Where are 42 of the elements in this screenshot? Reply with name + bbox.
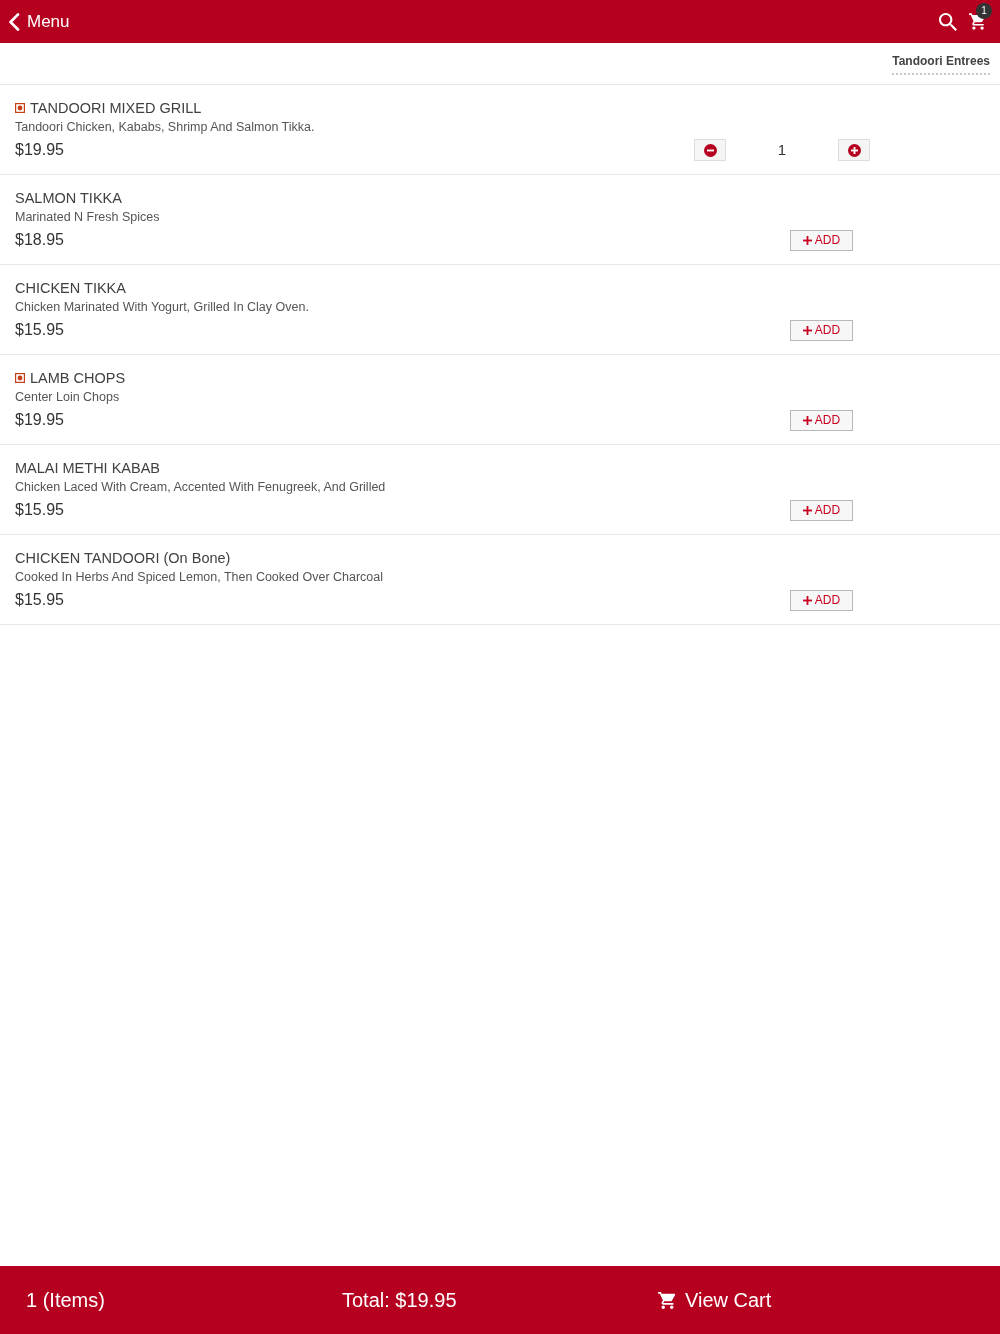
item-name: TANDOORI MIXED GRILL xyxy=(30,99,202,117)
add-button[interactable]: ADD xyxy=(790,589,853,611)
quantity-value: 1 xyxy=(776,140,788,160)
item-price: $18.95 xyxy=(15,230,64,250)
plus-icon xyxy=(802,595,812,605)
plus-icon xyxy=(847,143,861,157)
minus-icon xyxy=(703,143,717,157)
items-count: 1 (Items) xyxy=(26,1288,106,1313)
item-description: Center Loin Chops xyxy=(15,389,120,405)
item-price: $15.95 xyxy=(15,500,64,520)
item-name: SALMON TIKKA xyxy=(15,189,122,207)
item-description: Tandoori Chicken, Kababs, Shrimp And Salmon Tikka. xyxy=(15,119,315,135)
item-description: Cooked In Herbs And Spiced Lemon, Then Cooked Over Charcoal xyxy=(15,569,384,585)
plus-icon xyxy=(802,505,812,515)
add-button[interactable]: ADD xyxy=(790,409,853,431)
item-name: CHICKEN TANDOORI (On Bone) xyxy=(15,549,231,567)
plus-icon xyxy=(802,325,812,335)
plus-icon xyxy=(802,415,812,425)
view-cart-button[interactable]: View Cart xyxy=(658,1285,772,1315)
item-description: Chicken Marinated With Yogurt, Grilled In Clay Oven. xyxy=(15,299,309,315)
back-button[interactable]: Menu xyxy=(8,8,70,35)
order-total: Total: $19.95 xyxy=(342,1288,458,1313)
cart-count-badge: 1 xyxy=(976,3,992,19)
item-name: CHICKEN TIKKA xyxy=(15,279,126,297)
decrease-quantity-button[interactable] xyxy=(694,139,726,161)
item-price: $15.95 xyxy=(15,590,64,610)
plus-icon xyxy=(802,235,812,245)
item-price: $19.95 xyxy=(15,140,64,160)
item-price: $15.95 xyxy=(15,320,64,340)
chevron-left-icon xyxy=(8,12,20,31)
item-name: LAMB CHOPS xyxy=(30,369,126,387)
cart-icon xyxy=(658,1291,677,1309)
add-button[interactable]: ADD xyxy=(790,499,853,521)
item-price: $19.95 xyxy=(15,410,64,430)
increase-quantity-button[interactable] xyxy=(838,139,870,161)
item-name: MALAI METHI KABAB xyxy=(15,459,161,477)
item-description: Chicken Laced With Cream, Accented With Fenugreek, And Grilled xyxy=(15,479,386,495)
item-description: Marinated N Fresh Spices xyxy=(15,209,160,225)
search-icon[interactable] xyxy=(939,12,957,31)
add-button[interactable]: ADD xyxy=(790,229,853,251)
add-button[interactable]: ADD xyxy=(790,319,853,341)
category-tab[interactable]: Tandoori Entrees xyxy=(892,52,990,75)
